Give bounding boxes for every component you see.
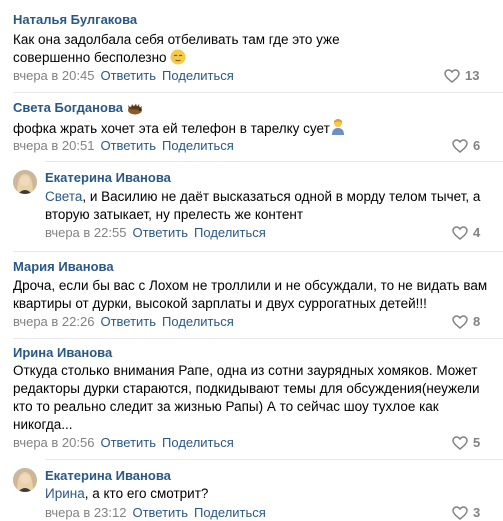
mention-link[interactable]: Света: [45, 189, 82, 204]
share-button[interactable]: Поделиться: [194, 225, 266, 240]
reply-button[interactable]: Ответить: [100, 68, 156, 83]
share-button[interactable]: Поделиться: [162, 138, 234, 153]
avatar[interactable]: [13, 468, 37, 492]
like-button[interactable]: 13: [444, 68, 479, 84]
comment-date[interactable]: вчера в 22:26: [13, 314, 94, 329]
like-count: 4: [473, 225, 481, 240]
heart-icon: [452, 315, 468, 329]
comment-date[interactable]: вчера в 20:56: [13, 435, 94, 450]
share-button[interactable]: Поделиться: [162, 68, 234, 83]
comment-meta: вчера в 20:51 Ответить Поделиться: [13, 138, 234, 154]
comment-meta: вчера в 22:26 Ответить Поделиться: [13, 314, 234, 330]
comment-meta: вчера в 20:56 Ответить Поделиться: [13, 435, 234, 451]
comment-meta: вчера в 20:45 Ответить Поделиться: [13, 68, 234, 84]
comment-date[interactable]: вчера в 23:12: [45, 505, 126, 520]
person-emoji-icon: [330, 118, 346, 141]
share-button[interactable]: Поделиться: [162, 435, 234, 450]
like-count: 6: [473, 138, 481, 153]
relieved-face-emoji-icon: [170, 49, 186, 70]
comment-meta: вчера в 22:55 Ответить Поделиться: [45, 225, 266, 241]
comment-text: Ирина, а кто его смотрит?: [45, 486, 209, 501]
comment-author[interactable]: Екатерина Иванова: [45, 170, 171, 186]
divider: [13, 92, 503, 93]
heart-icon: [452, 139, 468, 153]
comment-author[interactable]: Екатерина Иванова: [45, 468, 171, 484]
divider: [45, 161, 503, 162]
divider: [45, 459, 503, 460]
comment-text: Как она задолбала себя отбеливать там гд…: [13, 31, 413, 70]
comment-date[interactable]: вчера в 20:45: [13, 68, 94, 83]
reply-button[interactable]: Ответить: [100, 314, 156, 329]
reply-button[interactable]: Ответить: [100, 435, 156, 450]
comment-text: Дроча, если бы вас с Лохом не троллили и…: [13, 278, 488, 311]
heart-icon: [452, 506, 468, 520]
comment-author[interactable]: Наталья Булгакова: [13, 12, 137, 28]
comment-text: Откуда столько внимания Рапе, одна из со…: [13, 363, 480, 432]
like-count: 13: [465, 68, 480, 83]
like-button[interactable]: 8: [452, 314, 480, 330]
reply-button[interactable]: Ответить: [132, 225, 188, 240]
like-button[interactable]: 6: [452, 138, 480, 154]
heart-icon: [444, 69, 460, 83]
hedgehog-emoji-icon: [127, 103, 143, 119]
comment-author[interactable]: Мария Иванова: [13, 259, 114, 275]
comment-author[interactable]: Ирина Иванова: [13, 345, 112, 361]
like-count: 3: [473, 505, 481, 520]
reply-button[interactable]: Ответить: [132, 505, 188, 520]
divider: [13, 338, 503, 339]
heart-icon: [452, 436, 468, 450]
divider: [13, 251, 503, 252]
comment-text: Света, и Василию не даёт высказаться одн…: [45, 189, 481, 222]
comment-meta: вчера в 23:12 Ответить Поделиться: [45, 505, 266, 521]
like-button[interactable]: 3: [452, 505, 480, 521]
like-button[interactable]: 5: [452, 435, 480, 451]
like-count: 5: [473, 435, 481, 450]
like-count: 8: [473, 314, 481, 329]
reply-button[interactable]: Ответить: [100, 138, 156, 153]
share-button[interactable]: Поделиться: [162, 314, 234, 329]
avatar[interactable]: [13, 170, 37, 194]
heart-icon: [452, 226, 468, 240]
comment-date[interactable]: вчера в 22:55: [45, 225, 126, 240]
mention-link[interactable]: Ирина: [45, 486, 85, 501]
comment-date[interactable]: вчера в 20:51: [13, 138, 94, 153]
share-button[interactable]: Поделиться: [194, 505, 266, 520]
comment-author[interactable]: Света Богданова: [13, 100, 143, 119]
like-button[interactable]: 4: [452, 225, 480, 241]
